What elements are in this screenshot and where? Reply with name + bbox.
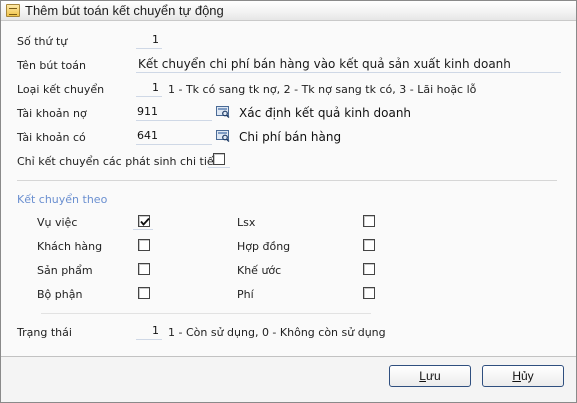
so-thu-tu-label: Số thứ tự [17, 35, 68, 48]
vu-viec-checkbox[interactable] [138, 215, 150, 227]
save-rest: ưu [425, 369, 441, 383]
lsx-checkbox[interactable] [363, 215, 375, 227]
cancel-button[interactable]: Hủy [482, 365, 564, 387]
save-mnemonic: L [419, 369, 426, 383]
vu-viec-underline [133, 229, 153, 230]
so-thu-tu-value: 1 [152, 33, 159, 46]
separator-top [17, 180, 557, 181]
loai-ket-chuyen-label: Loại kết chuyển [17, 83, 105, 96]
title-bar[interactable]: Thêm bút toán kết chuyển tự động [1, 1, 576, 21]
dialog-window: Thêm bút toán kết chuyển tự động Số thứ … [0, 0, 577, 403]
loai-ket-chuyen-input[interactable]: 1 [136, 81, 162, 97]
loai-ket-chuyen-value: 1 [152, 81, 159, 94]
tai-khoan-no-lookup-icon[interactable] [216, 106, 230, 118]
hop-dong-checkbox[interactable] [363, 239, 375, 251]
khe-uoc-label: Khế ước [237, 264, 282, 277]
tai-khoan-co-description: Chi phí bán hàng [239, 130, 342, 144]
bo-phan-label: Bộ phận [37, 288, 83, 301]
tai-khoan-no-input[interactable]: 911 [136, 105, 212, 121]
tai-khoan-co-label: Tài khoản có [17, 131, 86, 144]
window-title: Thêm bút toán kết chuyển tự động [25, 3, 224, 18]
phi-checkbox[interactable] [363, 287, 375, 299]
chi-tiet-label: Chỉ kết chuyển các phát sinh chi tiết [17, 155, 218, 168]
separator-bottom [41, 313, 371, 314]
san-pham-label: Sản phẩm [37, 264, 93, 277]
tai-khoan-co-value: 641 [137, 129, 158, 142]
san-pham-checkbox[interactable] [138, 263, 150, 275]
cancel-mnemonic: H [512, 369, 521, 383]
window-icon [6, 4, 20, 17]
lsx-label: Lsx [237, 216, 256, 229]
vu-viec-label: Vụ việc [37, 216, 78, 229]
chi-tiet-checkbox[interactable] [213, 153, 225, 165]
save-button[interactable]: Lưu [389, 365, 471, 387]
phi-label: Phí [237, 288, 254, 301]
tai-khoan-no-label: Tài khoản nợ [17, 107, 87, 120]
trang-thai-hint: 1 - Còn sử dụng, 0 - Không còn sử dụng [168, 326, 386, 339]
ket-chuyen-theo-title: Kết chuyển theo [17, 193, 108, 206]
trang-thai-input[interactable]: 1 [136, 324, 162, 340]
khe-uoc-checkbox[interactable] [363, 263, 375, 275]
ten-but-toan-label: Tên bút toán [17, 59, 86, 72]
trang-thai-value: 1 [152, 324, 159, 337]
khach-hang-label: Khách hàng [37, 240, 103, 253]
bo-phan-checkbox[interactable] [138, 287, 150, 299]
tai-khoan-co-input[interactable]: 641 [136, 129, 212, 145]
loai-ket-chuyen-hint: 1 - Tk có sang tk nợ, 2 - Tk nợ sang tk … [168, 83, 477, 96]
tai-khoan-no-value: 911 [137, 105, 158, 118]
so-thu-tu-input[interactable]: 1 [136, 33, 162, 49]
hop-dong-label: Hợp đồng [237, 240, 291, 253]
check-mark-icon [140, 217, 150, 226]
trang-thai-label: Trạng thái [17, 326, 72, 339]
ten-but-toan-value: Kết chuyển chi phí bán hàng vào kết quả … [138, 57, 511, 71]
ten-but-toan-input[interactable]: Kết chuyển chi phí bán hàng vào kết quả … [136, 57, 561, 73]
cancel-rest: ủy [520, 369, 534, 383]
khach-hang-checkbox[interactable] [138, 239, 150, 251]
chi-tiet-underline [208, 167, 230, 168]
tai-khoan-no-description: Xác định kết quả kinh doanh [239, 106, 412, 120]
tai-khoan-co-lookup-icon[interactable] [216, 130, 230, 142]
